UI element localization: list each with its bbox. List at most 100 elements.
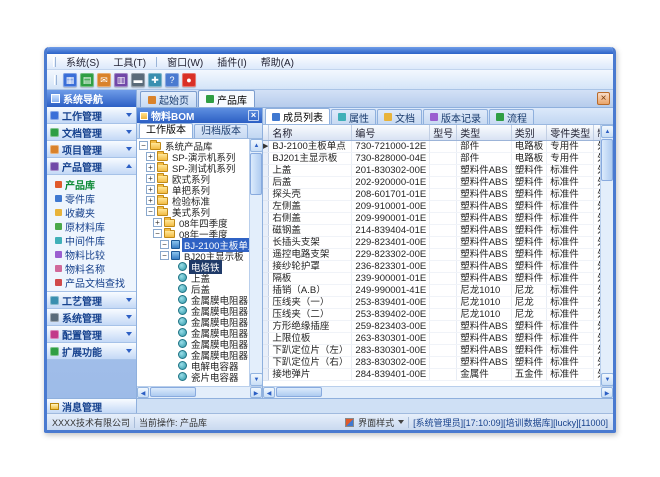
table-row[interactable]: 遥控电路支架229-823302-00E塑料件ABS塑料件标准件外协条: [263, 249, 600, 261]
scroll-thumb[interactable]: [601, 139, 613, 181]
expand-minus-icon[interactable]: −: [160, 251, 169, 260]
tree-node[interactable]: 瓷片电容器: [137, 371, 249, 382]
expand-plus-icon[interactable]: +: [146, 174, 155, 183]
row-selector[interactable]: ▶: [263, 141, 269, 153]
scroll-left-icon[interactable]: [137, 387, 149, 398]
tab-product-lib[interactable]: 产品库: [198, 90, 255, 107]
menubar-grip[interactable]: [53, 57, 56, 67]
scroll-up-icon[interactable]: [601, 125, 614, 138]
sidebar-group-system[interactable]: 系统管理: [47, 309, 136, 326]
mail-icon[interactable]: ✉: [97, 73, 111, 87]
expand-minus-icon[interactable]: −: [146, 207, 155, 216]
help-icon[interactable]: ?: [165, 73, 179, 87]
menu-item-plugins[interactable]: 插件(I): [210, 53, 253, 70]
sidebar-group-product[interactable]: 产品管理: [47, 158, 136, 175]
expand-minus-icon[interactable]: −: [153, 229, 162, 238]
table-row[interactable]: 隔板239-900001-01E塑料件ABS塑料件标准件外协条: [263, 273, 600, 285]
expand-plus-icon[interactable]: +: [146, 196, 155, 205]
scroll-down-icon[interactable]: [601, 373, 614, 386]
table-row[interactable]: 长插头支架229-823401-00E塑料件ABS塑料件标准件外协条: [263, 237, 600, 249]
scroll-up-icon[interactable]: [250, 139, 263, 152]
bom-tab-1[interactable]: 工作版本: [139, 123, 193, 138]
sidebar-item-raw-material-lib[interactable]: 原材料库: [47, 219, 136, 233]
sidebar-group-config[interactable]: 配置管理: [47, 326, 136, 343]
printer-icon[interactable]: ▬: [131, 73, 145, 87]
sidebar-item-material-name[interactable]: 物料名称: [47, 261, 136, 275]
table-row[interactable]: 探头壳208-601701-01E塑料件ABS塑料件标准件外协条: [263, 189, 600, 201]
expand-plus-icon[interactable]: +: [153, 218, 162, 227]
column-header[interactable]: 类型: [457, 125, 512, 141]
scroll-left-icon[interactable]: [263, 387, 275, 398]
sidebar-item-product-lib[interactable]: 产品库: [47, 177, 136, 191]
sidebar-group-document[interactable]: 文档管理: [47, 124, 136, 141]
scroll-right-icon[interactable]: [601, 387, 613, 398]
column-header[interactable]: 零件类型: [547, 125, 594, 141]
scroll-track[interactable]: [275, 387, 601, 398]
sidebar-group-project[interactable]: 项目管理: [47, 141, 136, 158]
bom-tab-2[interactable]: 归档版本: [194, 124, 248, 138]
table-row[interactable]: 压线夹（一）253-839401-00E尼龙1010尼龙标准件外协条: [263, 297, 600, 309]
scroll-track[interactable]: [149, 387, 250, 398]
sidebar-item-product-doc-search[interactable]: 产品文档查找: [47, 275, 136, 289]
window-icon[interactable]: ▦: [63, 73, 77, 87]
table-row[interactable]: 后盖202-920000-01E塑料件ABS塑料件标准件外协条: [263, 177, 600, 189]
column-header[interactable]: 型号: [430, 125, 457, 141]
table-row[interactable]: BJ201主显示板730-828000-04E部件电路板专用件外协颗: [263, 153, 600, 165]
table-row[interactable]: 下趴定位片（右）283-830302-00E塑料件ABS塑料件标准件外协条: [263, 357, 600, 369]
menu-item-help[interactable]: 帮助(A): [254, 53, 301, 70]
table-row[interactable]: 接地弹片284-839401-00E金属件五金件标准件外协条: [263, 369, 600, 381]
settings-icon[interactable]: ✚: [148, 73, 162, 87]
tree-horizontal-scrollbar[interactable]: [137, 386, 262, 398]
detail-tab-workflow[interactable]: 流程: [489, 109, 534, 124]
scroll-right-icon[interactable]: [250, 387, 262, 398]
sidebar-item-favorites[interactable]: 收藏夹: [47, 205, 136, 219]
table-row[interactable]: 插销（A.B）249-990001-41E尼龙1010尼龙标准件外协条: [263, 285, 600, 297]
ui-style-label[interactable]: 界面样式: [358, 416, 394, 429]
scroll-track[interactable]: [601, 138, 613, 373]
scroll-thumb[interactable]: [150, 387, 196, 397]
table-row[interactable]: 右侧盖209-990001-01E塑料件ABS塑料件标准件外协条: [263, 213, 600, 225]
detail-tab-properties[interactable]: 属性: [331, 109, 376, 124]
table-row[interactable]: 下趴定位片（左）283-830301-00E塑料件ABS塑料件标准件外协条: [263, 345, 600, 357]
tab-home[interactable]: 起始页: [140, 91, 197, 107]
menu-item-system[interactable]: 系统(S): [59, 53, 106, 70]
report-icon[interactable]: ▥: [114, 73, 128, 87]
sidebar-group-extend[interactable]: 扩展功能: [47, 343, 136, 360]
bom-close-icon[interactable]: [248, 110, 259, 121]
sidebar-group-craft[interactable]: 工艺管理: [47, 292, 136, 309]
scroll-thumb[interactable]: [250, 153, 262, 195]
detail-tab-members[interactable]: 成员列表: [265, 108, 330, 124]
message-panel-bar[interactable]: 消息管理: [47, 399, 137, 413]
table-row[interactable]: 左侧盖209-910001-00E塑料件ABS塑料件标准件外协条: [263, 201, 600, 213]
table-row[interactable]: 方形绝缘插座259-823403-00E塑料件ABS塑料件标准件外协条: [263, 321, 600, 333]
scroll-thumb[interactable]: [276, 387, 322, 397]
sidebar-group-work[interactable]: 工作管理: [47, 107, 136, 124]
expand-plus-icon[interactable]: +: [146, 185, 155, 194]
menu-item-tools[interactable]: 工具(T): [106, 53, 153, 70]
column-header[interactable]: 编号: [352, 125, 430, 141]
table-row[interactable]: 磁钢盖214-839404-01E塑料件ABS塑料件标准件外协条: [263, 225, 600, 237]
detail-tab-documents[interactable]: 文档: [377, 109, 422, 124]
column-header[interactable]: 类别: [511, 125, 547, 141]
table-vertical-scrollbar[interactable]: [600, 125, 613, 386]
table-row[interactable]: ▶BJ-2100主板单点730-721000-12E部件电路板专用件外协颗: [263, 141, 600, 153]
scroll-down-icon[interactable]: [250, 373, 263, 386]
detail-tab-version-history[interactable]: 版本记录: [423, 109, 488, 124]
scroll-track[interactable]: [250, 152, 262, 373]
menu-item-window[interactable]: 窗口(W): [160, 53, 210, 70]
tab-close-button[interactable]: [597, 92, 610, 105]
table-row[interactable]: 压线夹（二）253-839402-00E尼龙1010尼龙标准件外协条: [263, 309, 600, 321]
tree-vertical-scrollbar[interactable]: [249, 139, 262, 386]
table-row[interactable]: 接纱轮护罩236-823301-00E塑料件ABS塑料件标准件外协条: [263, 261, 600, 273]
sidebar-item-material-compare[interactable]: 物料比较: [47, 247, 136, 261]
expand-minus-icon[interactable]: −: [160, 240, 169, 249]
chevron-down-icon[interactable]: [398, 420, 404, 424]
column-header[interactable]: 名称: [269, 125, 352, 141]
table-row[interactable]: 上盖201-830302-00E塑料件ABS塑料件标准件外协条: [263, 165, 600, 177]
toolbar-grip[interactable]: [54, 75, 57, 85]
expand-minus-icon[interactable]: −: [139, 141, 148, 150]
expand-plus-icon[interactable]: +: [146, 163, 155, 172]
table-row[interactable]: 上限位板263-830301-00E塑料件ABS塑料件标准件外协条: [263, 333, 600, 345]
exit-icon[interactable]: ●: [182, 73, 196, 87]
sidebar-item-part-lib[interactable]: 零件库: [47, 191, 136, 205]
